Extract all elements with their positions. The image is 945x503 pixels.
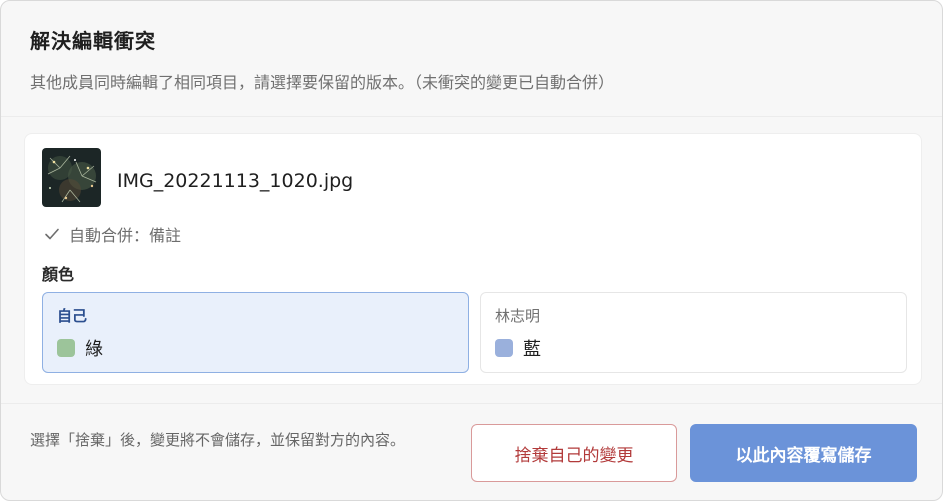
option-owner-mine: 自己 [57, 307, 88, 325]
dialog-header: 解決編輯衝突 其他成員同時編輯了相同項目，請選擇要保留的版本。（未衝突的變更已自… [1, 1, 942, 117]
overwrite-save-button[interactable]: 以此內容覆寫儲存 [690, 424, 917, 482]
color-swatch-theirs [495, 339, 513, 357]
option-mine[interactable]: 自己 綠 [42, 292, 469, 373]
conflict-dialog: 解決編輯衝突 其他成員同時編輯了相同項目，請選擇要保留的版本。（未衝突的變更已自… [0, 0, 943, 501]
discard-changes-button[interactable]: 捨棄自己的變更 [471, 424, 677, 482]
dialog-subtitle: 其他成員同時編輯了相同項目，請選擇要保留的版本。（未衝突的變更已自動合併） [30, 73, 615, 92]
check-icon [45, 228, 59, 240]
option-theirs[interactable]: 林志明 藍 [480, 292, 907, 373]
auto-merge-status: 自動合併：備註 [44, 222, 181, 246]
photo-thumbnail [42, 148, 101, 207]
dialog-footer: 選擇「捨棄」後，變更將不會儲存，並保留對方的內容。 捨棄自己的變更 以此內容覆寫… [1, 403, 942, 500]
color-value-theirs: 藍 [523, 339, 541, 360]
color-swatch-mine [57, 339, 75, 357]
conflict-field-label: 顏色 [42, 265, 75, 284]
dialog-title: 解決編輯衝突 [30, 29, 156, 53]
fireworks-image [42, 148, 101, 207]
option-value-mine: 綠 [57, 335, 103, 361]
auto-merge-label: 自動合併：備註 [69, 226, 182, 245]
file-name: IMG_20221113_1020.jpg [117, 170, 354, 192]
color-value-mine: 綠 [85, 339, 103, 360]
option-owner-theirs: 林志明 [495, 307, 541, 325]
conflict-item-card: IMG_20221113_1020.jpg 自動合併：備註 顏色 自己 綠 林志… [24, 133, 922, 385]
footer-note: 選擇「捨棄」後，變更將不會儲存，並保留對方的內容。 [30, 431, 406, 449]
option-value-theirs: 藍 [495, 335, 541, 361]
